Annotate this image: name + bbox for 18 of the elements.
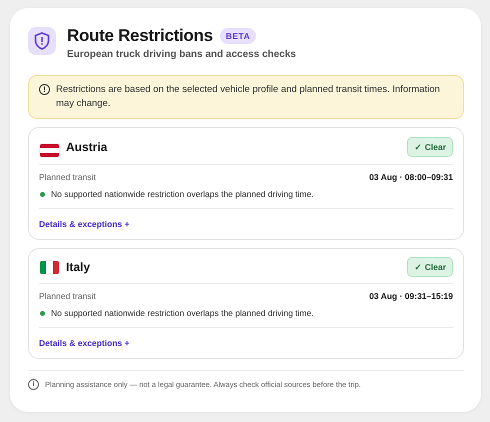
- panel-subtitle: European truck driving bans and access checks: [67, 49, 296, 60]
- status-badge: ✓ Clear: [407, 257, 453, 277]
- beta-badge: BETA: [220, 28, 256, 44]
- shield-icon: [28, 27, 56, 55]
- details-link[interactable]: Details & exceptions +: [39, 338, 130, 348]
- panel-title: Route Restrictions: [67, 26, 213, 46]
- transit-time: 03 Aug · 08:00–09:31: [369, 172, 453, 182]
- status-message: No supported nationwide restriction overlaps the planned driving time.: [51, 308, 314, 318]
- status-message: No supported nationwide restriction overlaps the planned driving time.: [51, 189, 314, 199]
- notice-text: Restrictions are based on the selected vehicle profile and planned transit times. Information may change.: [56, 83, 441, 111]
- status-badge: ✓ Clear: [407, 137, 453, 157]
- country-name: Austria: [66, 140, 108, 154]
- transit-time: 03 Aug · 09:31–15:19: [369, 291, 453, 301]
- country-name: Italy: [66, 260, 92, 274]
- warning-icon: !: [39, 84, 50, 95]
- transit-label: Planned transit: [39, 172, 96, 182]
- transit-label: Planned transit: [39, 291, 96, 301]
- details-link[interactable]: Details & exceptions +: [39, 219, 130, 229]
